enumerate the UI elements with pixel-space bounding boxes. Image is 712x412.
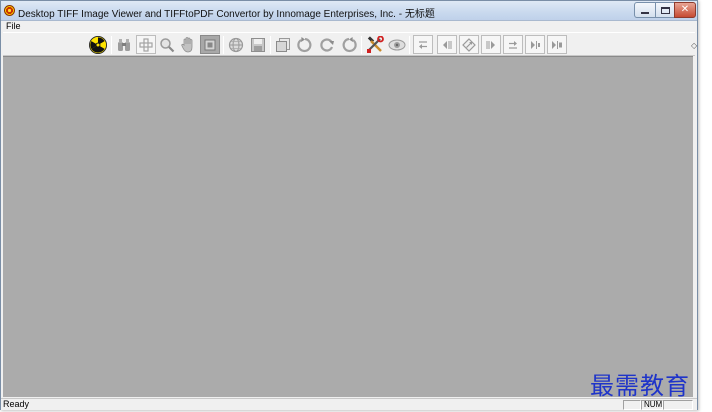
first-page-icon [419,40,427,49]
menu-bar: File [1,21,697,32]
previous-page-icon [443,40,452,49]
status-pane-caps [623,400,641,410]
binoculars-icon [118,38,130,51]
toolbar-radiation-button[interactable] [87,35,109,54]
radiation-icon[interactable] [4,5,15,16]
maximize-button[interactable] [655,2,675,18]
toolbar-zoom-in-button[interactable] [136,35,156,54]
toolbar-web-button[interactable] [226,35,246,54]
close-icon: ✕ [680,4,690,15]
toolbar-previous-page-button[interactable] [437,35,457,54]
eye-icon [388,39,406,50]
toolbar-play-button[interactable] [525,35,545,54]
toolbar-gripper-icon[interactable]: ◇ [691,41,697,50]
toolbar-rotate-left-button[interactable] [295,35,315,54]
toolbar-tools-button[interactable] [365,35,385,54]
status-pane-num: NUM [641,400,663,410]
hand-pan-icon [181,36,193,52]
toolbar-zoom-button[interactable] [157,35,177,54]
window-title: Desktop TIFF Image Viewer and TIFFtoPDF … [18,9,435,20]
toolbar: ◇ [3,32,697,56]
play-icon [531,40,540,49]
toolbar-next-page-button[interactable] [481,35,501,54]
status-text: Ready [3,399,30,409]
toolbar-last-page-button[interactable] [503,35,523,54]
menu-file[interactable]: File [6,21,21,31]
toolbar-first-page-button[interactable] [413,35,433,54]
close-button[interactable]: ✕ [674,2,696,18]
toolbar-select-button[interactable] [200,35,220,54]
watermark-text: 最需教育 [590,372,690,400]
toolbar-view-button[interactable] [387,35,407,54]
goto-page-icon [462,37,476,52]
last-page-icon [509,40,517,49]
toolbar-goto-page-button[interactable] [459,35,479,54]
next-page-icon [486,40,495,49]
image-canvas[interactable] [3,56,693,397]
title-bar[interactable]: Desktop TIFF Image Viewer and TIFFtoPDF … [1,1,697,21]
rotate-left-icon [297,36,312,52]
zoom-in-icon [139,37,153,52]
toolbar-separator [409,36,410,54]
rotate-right-icon [342,36,357,52]
save-disk-icon [251,37,265,52]
rotate-icon [320,37,334,52]
copy-pages-icon [276,37,290,52]
minimize-button[interactable] [634,2,656,18]
toolbar-pan-button[interactable] [178,35,198,54]
toolbar-separator [111,36,112,54]
toolbar-play-end-button[interactable] [547,35,567,54]
radiation-icon [89,35,107,54]
toolbar-pages-button[interactable] [273,35,293,54]
toolbar-find-button[interactable] [114,35,134,54]
tools-icon [367,35,384,53]
maximize-icon [660,6,670,14]
play-end-icon [552,40,562,49]
minimize-icon [641,12,649,14]
toolbar-rotate-button[interactable] [317,35,337,54]
toolbar-separator [361,36,362,54]
globe-icon [228,37,244,52]
toolbar-save-button[interactable] [248,35,268,54]
select-rect-icon [204,39,216,50]
toolbar-separator [270,36,271,54]
app-window: Desktop TIFF Image Viewer and TIFFtoPDF … [0,0,698,410]
toolbar-separator [223,36,224,54]
zoom-magnifier-icon [160,37,175,52]
status-pane-scroll [663,400,693,410]
toolbar-rotate-right-button[interactable] [339,35,359,54]
